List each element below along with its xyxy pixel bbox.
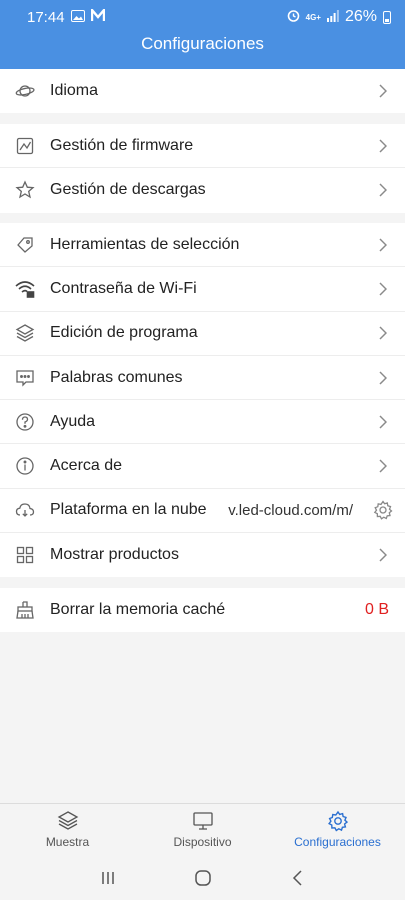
tab-label: Configuraciones [294, 835, 381, 849]
row-label: Acerca de [50, 457, 123, 475]
broom-icon [15, 600, 35, 620]
chevron-right-icon [379, 548, 387, 562]
row-label: Idioma [50, 82, 99, 100]
bottom-tab-bar: Muestra Dispositivo Configuraciones [0, 803, 405, 855]
planet-icon [15, 81, 35, 101]
gallery-icon [70, 9, 85, 26]
chevron-right-icon [379, 238, 387, 252]
network-type-text: 4G+ [305, 12, 321, 22]
tag-icon [15, 235, 35, 255]
settings-group-management: Gestión de firmware Gestión de descargas [0, 124, 405, 213]
row-descargas[interactable]: Gestión de descargas [0, 168, 405, 212]
chevron-right-icon [379, 371, 387, 385]
settings-group-cache: Borrar la memoria caché 0 B [0, 588, 405, 633]
recent-apps-icon[interactable] [99, 869, 117, 887]
row-acerca-de[interactable]: Acerca de [0, 444, 405, 489]
settings-group-language: Idioma [0, 69, 405, 114]
app-header: 17:44 4G+ 26% Configuraciones [0, 0, 405, 69]
gear-icon [327, 810, 348, 832]
status-time: 17:44 [27, 8, 65, 26]
row-label: Contraseña de Wi-Fi [50, 279, 197, 297]
row-label: Borrar la memoria caché [50, 601, 226, 619]
row-label: Edición de programa [50, 324, 198, 342]
row-label: Plataforma en la nube [50, 501, 207, 519]
row-firmware[interactable]: Gestión de firmware [0, 124, 405, 169]
row-label: Ayuda [50, 412, 96, 430]
chevron-right-icon [379, 183, 387, 197]
tab-label: Dispositivo [173, 835, 232, 849]
chevron-right-icon [379, 459, 387, 473]
row-label: Herramientas de selección [50, 235, 240, 253]
system-nav-bar [0, 855, 405, 900]
cloud-icon [15, 500, 35, 520]
row-palabras-comunes[interactable]: Palabras comunes [0, 356, 405, 401]
row-label: Gestión de firmware [50, 136, 194, 154]
row-idioma[interactable]: Idioma [0, 69, 405, 113]
layers-icon [15, 323, 35, 343]
wifi-lock-icon [15, 279, 35, 299]
row-label: Palabras comunes [50, 368, 183, 386]
home-icon[interactable] [194, 869, 212, 887]
signal-icon [326, 9, 339, 26]
chevron-right-icon [379, 84, 387, 98]
tab-dispositivo[interactable]: Dispositivo [135, 804, 270, 855]
settings-group-tools: Herramientas de selección Contraseña de … [0, 223, 405, 578]
chevron-right-icon [379, 326, 387, 340]
battery-percent: 26% [344, 8, 377, 25]
chevron-right-icon [379, 282, 387, 296]
tab-label: Muestra [45, 835, 90, 849]
star-icon [15, 180, 35, 200]
cloud-url-value: v.led-cloud.com/m/ [228, 501, 353, 519]
row-herramientas[interactable]: Herramientas de selección [0, 223, 405, 268]
info-icon [15, 456, 35, 476]
chevron-right-icon [379, 415, 387, 429]
gear-icon[interactable] [373, 500, 393, 521]
row-borrar-cache[interactable]: Borrar la memoria caché 0 B [0, 588, 405, 632]
alarm-icon [287, 9, 300, 26]
message-icon [15, 368, 35, 388]
tab-configuraciones[interactable]: Configuraciones [270, 804, 405, 855]
row-plataforma-nube[interactable]: Plataforma en la nube v.led-cloud.com/m/ [0, 489, 405, 534]
tab-muestra[interactable]: Muestra [0, 804, 135, 855]
row-mostrar-productos[interactable]: Mostrar productos [0, 533, 405, 577]
firmware-chart-icon [15, 136, 35, 156]
row-edicion-programa[interactable]: Edición de programa [0, 312, 405, 356]
help-icon [15, 412, 35, 432]
back-icon[interactable] [289, 869, 307, 887]
grid-icon [15, 545, 35, 565]
page-title: Configuraciones [141, 34, 264, 53]
battery-icon [383, 10, 391, 24]
row-wifi-password[interactable]: Contraseña de Wi-Fi [0, 267, 405, 312]
monitor-icon [192, 812, 213, 830]
status-bar: 17:44 4G+ 26% [0, 0, 405, 34]
row-label: Gestión de descargas [50, 181, 206, 199]
chevron-right-icon [379, 139, 387, 153]
row-label: Mostrar productos [50, 546, 179, 564]
mail-app-icon [90, 6, 105, 26]
row-ayuda[interactable]: Ayuda [0, 400, 405, 445]
layers-icon [57, 811, 78, 830]
cache-size-value: 0 B [364, 601, 389, 619]
